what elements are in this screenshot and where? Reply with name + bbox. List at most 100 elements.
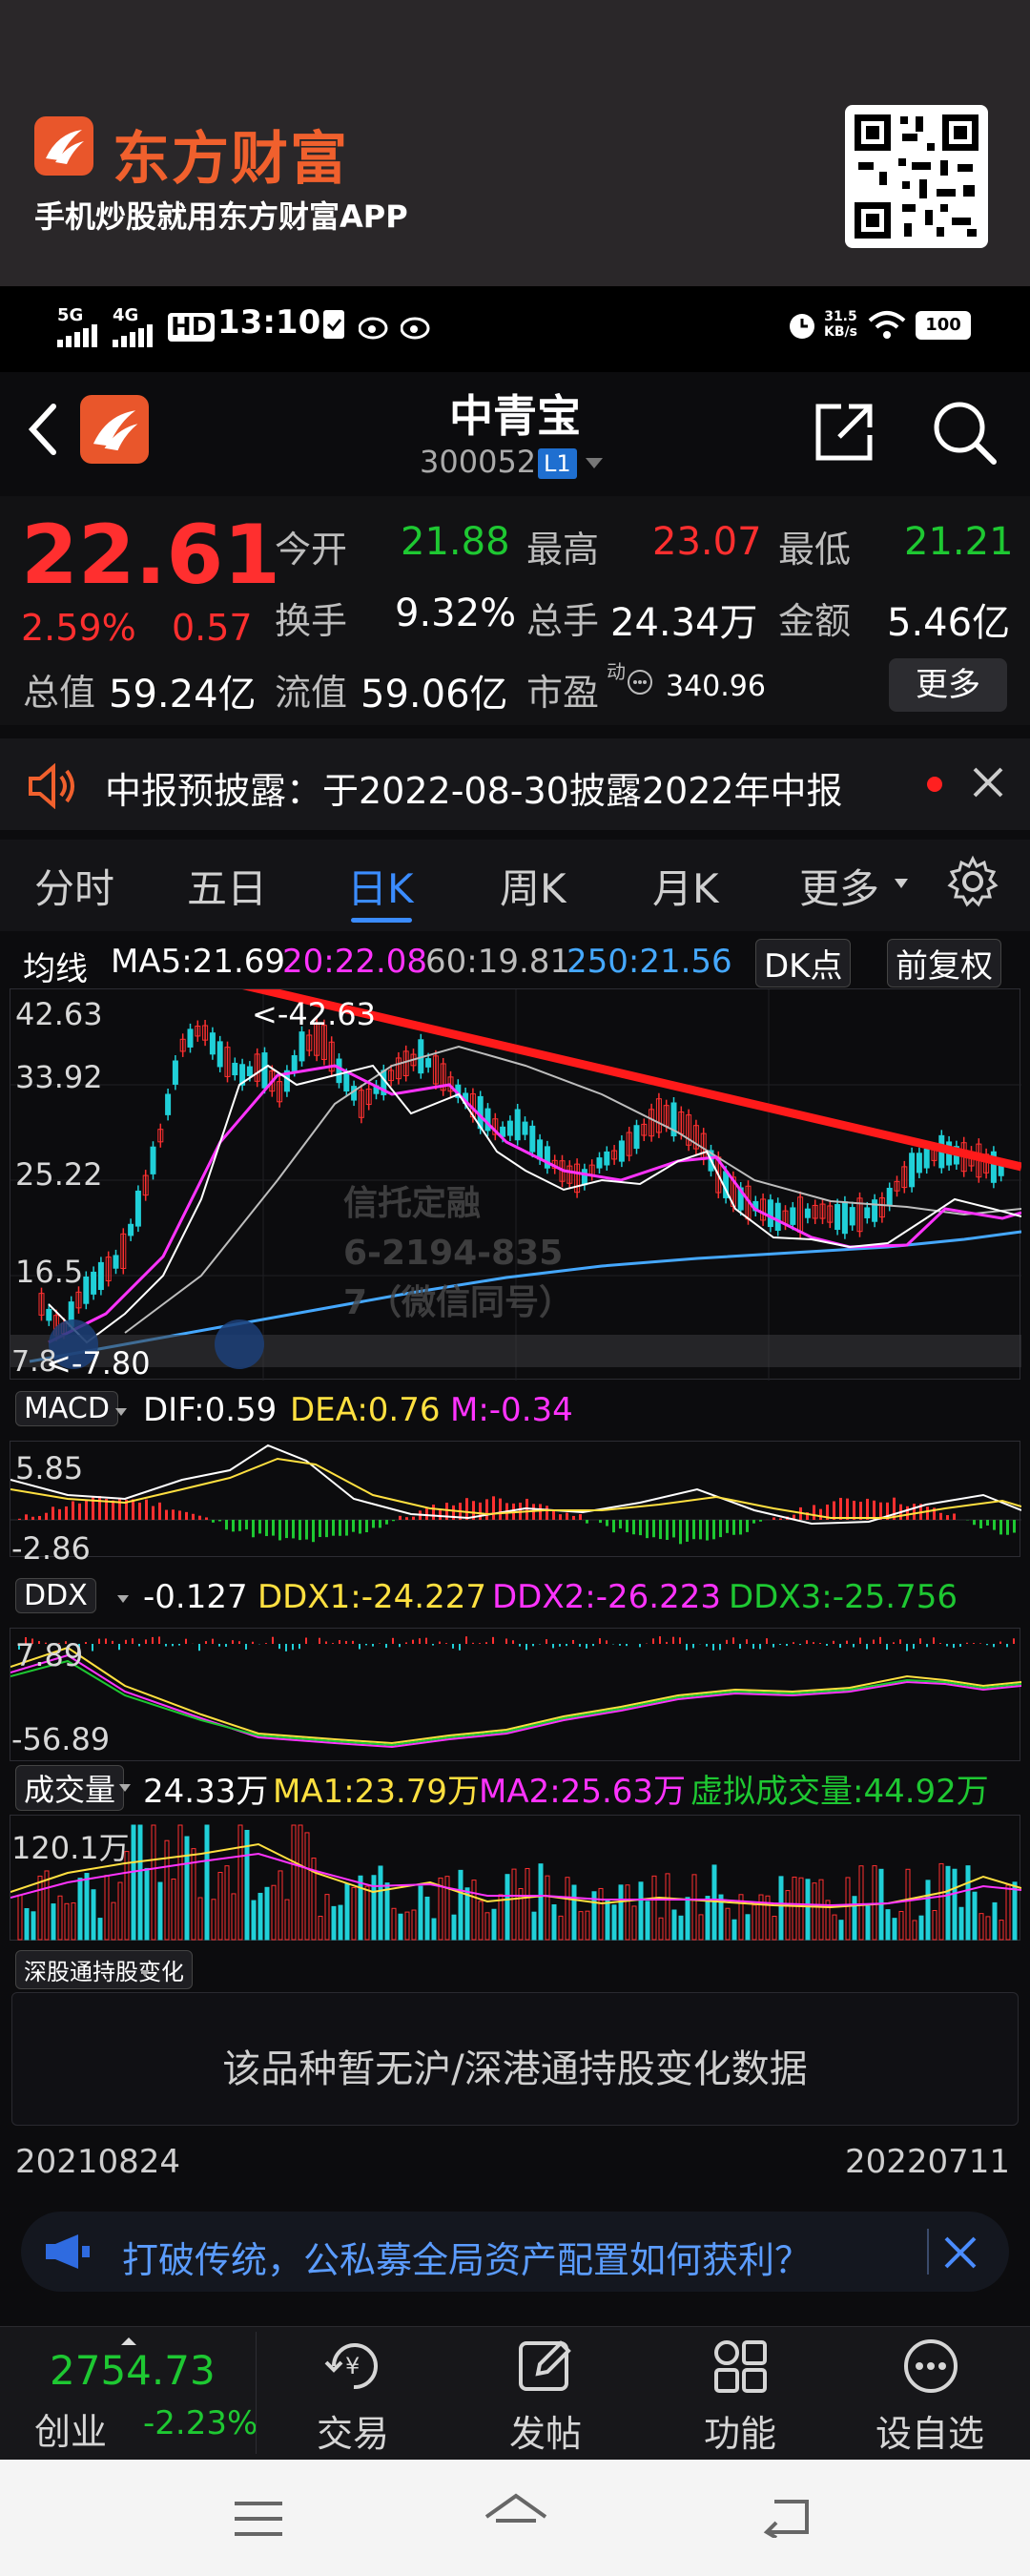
brand-slogan: 手机炒股就用东方财富APP: [34, 198, 408, 235]
volume-bar: [912, 1920, 917, 1941]
macd-bar: [372, 1520, 375, 1528]
home-icon[interactable]: [483, 2492, 549, 2542]
ma-indicator-label[interactable]: 均线: [23, 943, 88, 989]
trade-icon[interactable]: ¥: [322, 2337, 385, 2399]
alarm-icon: [786, 309, 818, 345]
hk-flow-selector[interactable]: 深股通持股变化: [15, 1950, 193, 1989]
function-grid-icon[interactable]: [711, 2337, 769, 2399]
ddx-bar: [819, 1642, 821, 1644]
ma60-value: 60:19.81: [425, 943, 571, 981]
adjust-price-button[interactable]: 前复权: [887, 939, 1001, 987]
nav-trade[interactable]: 交易: [317, 2404, 389, 2457]
candle-body: [91, 1271, 97, 1295]
index-change[interactable]: -2.23%: [143, 2404, 258, 2442]
candle-body: [291, 1054, 298, 1071]
ddx-bar: [993, 1644, 995, 1648]
tab-weekly-k[interactable]: 周K: [500, 857, 566, 915]
tab-five-day[interactable]: 五日: [187, 857, 267, 915]
tab-daily-k[interactable]: 日K: [347, 857, 414, 915]
pe-info-icon[interactable]: [626, 668, 654, 700]
macd-bar: [178, 1510, 181, 1520]
volume-chart[interactable]: [10, 1815, 1022, 1941]
volume-ma2: MA2:25.63万: [479, 1773, 687, 1811]
search-icon[interactable]: [931, 399, 998, 469]
ddx-bar: [726, 1639, 728, 1644]
macd-bar: [272, 1520, 275, 1536]
ddx-bar: [359, 1644, 360, 1650]
share-icon[interactable]: [813, 401, 876, 467]
macd-bar: [499, 1498, 502, 1520]
macd-bar: [606, 1520, 608, 1527]
volume-selector[interactable]: 成交量: [15, 1765, 125, 1811]
macd-bar: [72, 1501, 74, 1520]
hk-flow-chevron-icon[interactable]: [139, 1963, 151, 1982]
macd-y-bottom: -2.86: [11, 1530, 91, 1567]
float-cap-label: 流值: [275, 672, 348, 714]
volume-bar: [538, 1863, 544, 1941]
post-icon[interactable]: [517, 2337, 574, 2399]
volume-bar: [284, 1899, 290, 1941]
chevron-down-icon[interactable]: [584, 456, 605, 475]
nav-settings[interactable]: 设自选: [876, 2404, 984, 2457]
ddx-chevron-icon[interactable]: [116, 1589, 130, 1608]
volume-bar: [978, 1913, 984, 1941]
notice-text[interactable]: 中报预披露：于2022-08-30披露2022年中报: [105, 761, 843, 814]
tab-monthly-k[interactable]: 月K: [652, 857, 719, 915]
volume-bar: [371, 1875, 377, 1941]
ddx-selector[interactable]: DDX: [15, 1578, 96, 1613]
volume-bar: [471, 1880, 477, 1941]
volume-bar: [505, 1874, 510, 1941]
macd-bar: [485, 1499, 488, 1520]
macd-chart[interactable]: [10, 1441, 1022, 1557]
ddx-bar: [759, 1644, 761, 1650]
volume-bar: [958, 1906, 964, 1941]
macd-chevron-icon[interactable]: [114, 1402, 128, 1421]
index-value[interactable]: 2754.73: [50, 2347, 216, 2394]
volume-bar: [224, 1865, 230, 1941]
volume-bar: [478, 1901, 484, 1941]
level-badge[interactable]: L1: [538, 448, 577, 479]
candle-body: [864, 1207, 871, 1218]
volume-bar: [258, 1892, 263, 1941]
macd-selector[interactable]: MACD: [15, 1391, 118, 1426]
candle-body: [232, 1062, 238, 1076]
tab-more-chevron-icon[interactable]: [893, 876, 910, 894]
kline-y-label-1: 42.63: [15, 996, 103, 1032]
ddx-bar: [519, 1644, 521, 1647]
ddx-bar: [439, 1641, 441, 1644]
macd-bar: [979, 1520, 982, 1528]
macd-bar: [38, 1515, 41, 1520]
nav-post[interactable]: 发帖: [509, 2404, 582, 2457]
candle-body: [923, 1148, 930, 1169]
ddx-bar: [1006, 1644, 1008, 1648]
index-name[interactable]: 创业: [34, 2402, 107, 2455]
ddx-bar: [579, 1644, 581, 1647]
dk-point-button[interactable]: DK点: [755, 939, 852, 987]
menu-icon[interactable]: [233, 2500, 284, 2542]
tab-more[interactable]: 更多: [799, 857, 879, 915]
more-dots-icon[interactable]: [902, 2337, 959, 2399]
ddx-svg: [10, 1636, 1022, 1749]
volume-bar: [291, 1824, 297, 1941]
macd-bar: [813, 1505, 815, 1520]
more-quote-button[interactable]: 更多: [889, 658, 1007, 712]
gear-icon[interactable]: [946, 855, 999, 912]
macd-bar: [612, 1520, 615, 1533]
ddx-bar: [986, 1644, 988, 1646]
ddx-bar: [85, 1642, 87, 1644]
promo-close-icon[interactable]: [942, 2234, 978, 2275]
ma5-value: MA5:21.69: [111, 943, 286, 981]
back-nav-icon[interactable]: [759, 2496, 813, 2542]
volume-bar: [731, 1919, 737, 1941]
macd-bar: [439, 1509, 442, 1520]
promo-text[interactable]: 打破传统，公私募全局资产配置如何获利？: [122, 2231, 811, 2283]
volume-chevron-icon[interactable]: [118, 1778, 132, 1797]
tab-intraday[interactable]: 分时: [34, 857, 114, 915]
nav-function[interactable]: 功能: [704, 2404, 776, 2457]
ddx-chart[interactable]: [10, 1628, 1022, 1761]
ddx-bar: [212, 1638, 214, 1644]
volume-bar: [404, 1911, 410, 1941]
stock-code: 300052: [420, 444, 537, 480]
close-icon[interactable]: [969, 763, 1007, 805]
kline-min-marker: <-7.80: [46, 1345, 151, 1381]
